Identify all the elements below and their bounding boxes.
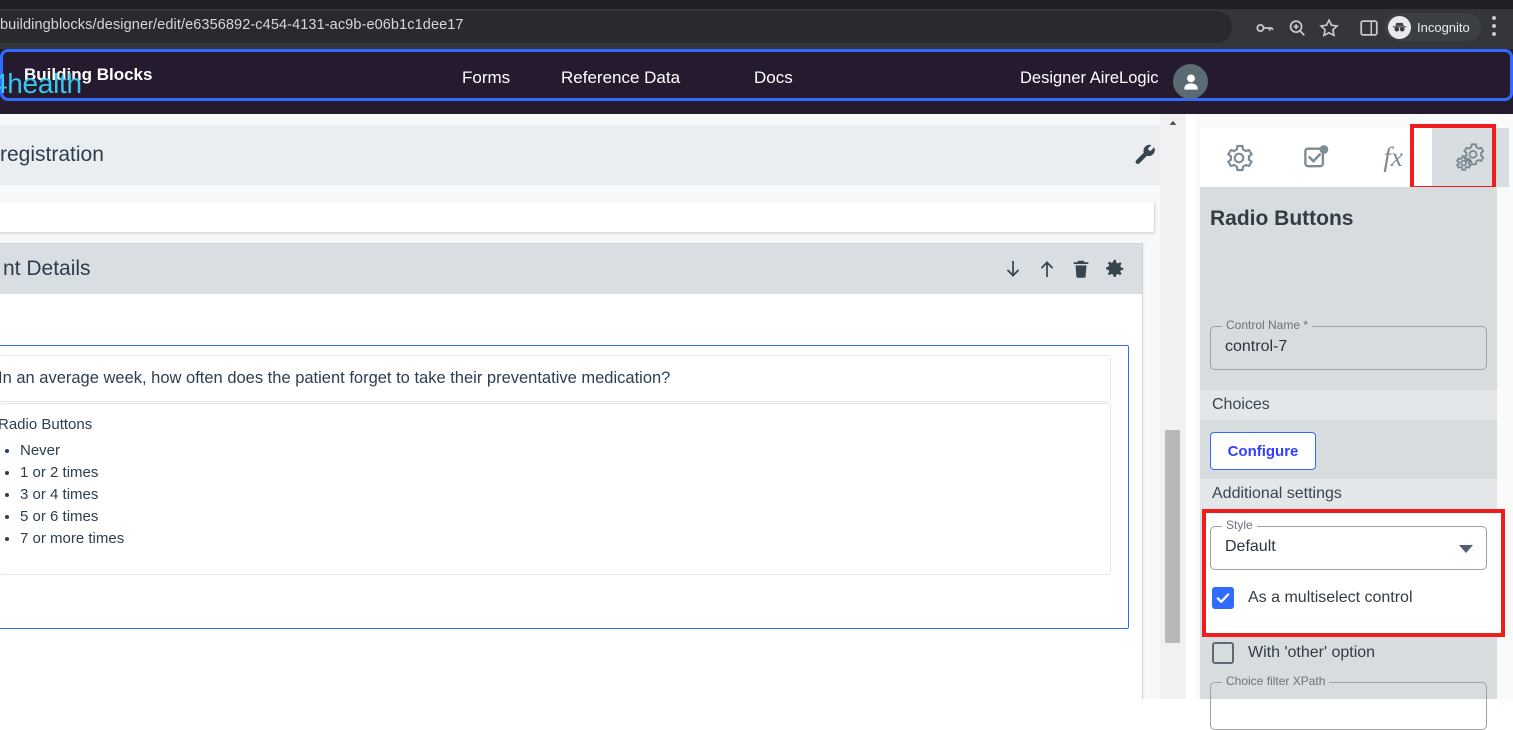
key-icon[interactable] (1254, 17, 1276, 39)
list-item: 1 or 2 times (20, 462, 124, 484)
list-item: 5 or 6 times (20, 506, 124, 528)
question-card-selected[interactable]: In an average week, how often does the p… (0, 345, 1129, 629)
properties-panel: fx Radio Buttons Control Name * control-… (1196, 114, 1513, 730)
properties-heading: Radio Buttons (1210, 207, 1354, 230)
form-designer-canvas: registration nt Details In an average we… (0, 114, 1186, 699)
arrow-up-icon[interactable] (1036, 258, 1058, 280)
question-choices-box: Radio Buttons Never 1 or 2 times 3 or 4 … (0, 403, 1111, 575)
tab-expressions[interactable]: fx (1355, 128, 1432, 187)
chevron-down-icon[interactable] (1459, 545, 1473, 553)
style-value: Default (1225, 538, 1276, 555)
list-item: Never (20, 440, 124, 462)
address-bar[interactable]: buildingblocks/designer/edit/e6356892-c4… (0, 11, 1232, 43)
browser-tabstrip (0, 0, 1513, 9)
canvas-scrollbar[interactable] (1160, 114, 1186, 699)
tab-general[interactable] (1200, 128, 1277, 187)
nav-link-forms[interactable]: Forms (462, 68, 510, 88)
form-title-bar: registration (0, 125, 1186, 185)
app-navigation-bar: 4health Building Blocks Forms Reference … (0, 49, 1513, 114)
question-text-box: In an average week, how often does the p… (0, 355, 1111, 402)
list-item: 3 or 4 times (20, 484, 124, 506)
scroll-up-arrow-icon[interactable] (1160, 114, 1186, 131)
properties-tabs: fx (1200, 128, 1509, 187)
section-title: nt Details (3, 257, 91, 280)
tab-validation[interactable] (1277, 128, 1354, 187)
configure-button[interactable]: Configure (1210, 432, 1316, 470)
side-panel-icon[interactable] (1358, 17, 1380, 39)
control-name-value: control-7 (1225, 338, 1288, 355)
multiselect-row[interactable]: As a multiselect control (1212, 587, 1413, 609)
control-kind-label: Radio Buttons (0, 416, 93, 433)
bookmark-star-icon[interactable] (1318, 17, 1340, 39)
additional-settings-subheading: Additional settings (1200, 479, 1497, 509)
section-header: nt Details (0, 244, 1142, 294)
browser-toolbar: buildingblocks/designer/edit/e6356892-c4… (0, 0, 1513, 49)
brand-logo[interactable]: 4health (0, 68, 82, 100)
control-name-label: Control Name * (1222, 318, 1313, 332)
question-text: In an average week, how often does the p… (0, 369, 671, 387)
incognito-avatar-icon (1388, 15, 1411, 39)
gear-icon[interactable] (1104, 258, 1126, 280)
form-canvas-top-strip (0, 202, 1155, 233)
section-actions (1002, 258, 1126, 280)
url-text: buildingblocks/designer/edit/e6356892-c4… (0, 17, 464, 33)
nav-link-docs[interactable]: Docs (754, 68, 793, 88)
style-label: Style (1222, 518, 1257, 532)
scrollbar-thumb[interactable] (1165, 430, 1180, 643)
nav-link-reference-data[interactable]: Reference Data (561, 68, 680, 88)
incognito-label: Incognito (1417, 19, 1470, 35)
page-title: registration (0, 143, 104, 166)
zoom-icon[interactable] (1286, 17, 1308, 39)
properties-body: Radio Buttons Control Name * control-7 C… (1200, 187, 1505, 730)
choice-filter-xpath-label: Choice filter XPath (1222, 674, 1330, 688)
other-option-row[interactable]: With 'other' option (1212, 642, 1375, 664)
other-option-label: With 'other' option (1248, 644, 1376, 661)
person-avatar-icon[interactable] (1173, 64, 1208, 99)
tab-advanced[interactable] (1431, 128, 1509, 187)
choice-list: Never 1 or 2 times 3 or 4 times 5 or 6 t… (20, 440, 124, 550)
choices-subheading: Choices (1200, 390, 1497, 420)
other-option-checkbox[interactable] (1212, 642, 1234, 664)
control-name-field[interactable]: Control Name * control-7 (1210, 318, 1487, 370)
list-item: 7 or more times (20, 528, 124, 550)
three-dot-menu-icon[interactable] (1492, 16, 1496, 36)
trash-icon[interactable] (1070, 258, 1092, 280)
style-select[interactable]: Style Default (1210, 518, 1487, 570)
user-name-label: Designer AireLogic (1020, 69, 1159, 87)
arrow-down-icon[interactable] (1002, 258, 1024, 280)
incognito-badge[interactable]: Incognito (1385, 13, 1481, 41)
multiselect-checkbox[interactable] (1212, 587, 1234, 609)
fx-icon: fx (1383, 142, 1403, 172)
multiselect-label: As a multiselect control (1248, 589, 1413, 606)
choice-filter-xpath-field[interactable]: Choice filter XPath (1210, 674, 1487, 730)
wrench-icon[interactable] (1132, 142, 1158, 168)
